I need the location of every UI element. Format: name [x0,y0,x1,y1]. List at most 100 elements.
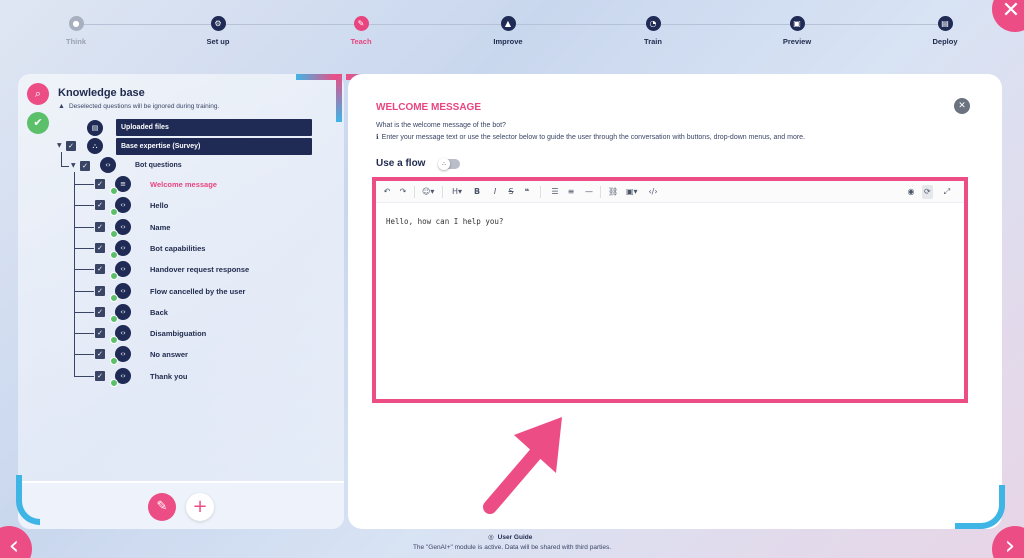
step-label: Teach [350,37,372,46]
chevron-down-icon[interactable]: ▼ [57,142,62,149]
tree-connector [74,311,94,313]
step-train[interactable]: ◔ Train [608,16,698,46]
image-dropdown-icon[interactable]: ▣▾ [626,185,638,199]
question-text: What is the welcome message of the bot? [376,122,506,129]
tree-item-label[interactable]: Handover request response [150,265,249,274]
thumbs-up-icon[interactable]: ✔ [27,112,49,134]
tree-item-label[interactable]: Thank you [150,372,188,381]
chart-icon: ▲ [500,16,516,31]
emoji-dropdown-icon[interactable]: ☺▾ [422,185,434,199]
horizontal-rule-icon[interactable]: — [584,185,594,199]
step-preview[interactable]: ▣ Preview [752,16,842,46]
numbered-list-icon[interactable]: ≡ [566,185,576,199]
item-checkbox[interactable]: ✓ [95,242,105,253]
quote-icon[interactable]: ❝ [522,185,532,199]
globe-icon: ◎ [488,533,494,541]
tree-connector [74,184,94,185]
undo-icon[interactable]: ↶ [382,185,392,199]
info-text: ℹ Enter your message text or use the sele… [376,133,806,141]
tree-item-label[interactable]: Bot capabilities [150,244,205,253]
base-expertise-item[interactable]: Base expertise (Survey) [116,138,312,155]
item-checkbox[interactable]: ✓ [95,221,105,232]
gear-icon: ⚙ [210,16,226,31]
tree-item-label[interactable]: Flow cancelled by the user [150,287,245,296]
user-guide-link[interactable]: ◎ User Guide [488,533,532,541]
step-label: Improve [493,37,523,46]
bold-icon[interactable]: B [472,185,482,199]
step-set-up[interactable]: ⚙ Set up [173,16,263,46]
tree-item-label[interactable]: Hello [150,201,168,210]
dashboard-icon: ◔ [645,16,661,31]
tree-item-label[interactable]: Back [150,308,168,317]
edit-button[interactable]: ✎ [148,493,176,521]
file-icon: ▤ [87,120,103,136]
toolbar-divider [600,186,601,198]
knowledge-base-title: Knowledge base [58,87,145,99]
step-teach[interactable]: ✎ Teach [316,16,406,46]
heading-dropdown-icon[interactable]: H▾ [452,185,462,199]
item-checkbox[interactable]: ✓ [95,285,105,296]
pencil-icon: ✎ [353,16,369,31]
base-expertise-checkbox[interactable]: ✓ [66,141,76,151]
item-checkbox[interactable]: ✓ [95,349,105,360]
add-button[interactable]: + [186,493,214,521]
editor-toolbar: ↶ ↷ ☺▾ H▾ B I S ❝ ☰ ≡ — ⛓ ▣▾ ‹/› ◉ ⟳ ⤢ [376,181,964,203]
editor-text[interactable]: Hello, how can I help you? [386,217,503,226]
close-icon[interactable]: ✕ [954,98,970,114]
panel-footer: ✎ + [16,475,344,529]
bot-questions-checkbox[interactable]: ✓ [80,161,90,171]
preview-eye-icon[interactable]: ◉ [906,185,916,199]
tree-item-label[interactable]: No answer [150,350,188,359]
italic-icon[interactable]: I [490,185,500,199]
panel-title: WELCOME MESSAGE [376,102,482,113]
item-checkbox[interactable]: ✓ [95,370,105,381]
deploy-icon: ▤ [937,16,953,31]
decorative-arc [16,475,40,525]
search-icon[interactable]: ⌕ [27,83,49,105]
tree-connector [74,375,94,377]
check-badge-icon [110,250,118,259]
check-badge-icon [110,378,118,387]
bullet-list-icon[interactable]: ☰ [550,185,560,199]
step-think[interactable]: ● Think [31,16,121,46]
tree-connector [61,152,62,166]
next-step-button[interactable]: › [992,526,1024,558]
message-editor: ↶ ↷ ☺▾ H▾ B I S ❝ ☰ ≡ — ⛓ ▣▾ ‹/› ◉ ⟳ ⤢ H… [372,177,968,403]
preview-icon: ▣ [789,16,805,31]
tree-item-label[interactable]: Welcome message [150,180,217,189]
tree-connector [74,354,94,356]
step-improve[interactable]: ▲ Improve [463,16,553,46]
warning-icon: ▲ [58,103,65,110]
code-icon[interactable]: ‹/› [648,185,658,199]
chevron-down-icon[interactable]: ▼ [71,162,76,169]
toolbar-divider [414,186,415,198]
decorative-accent [336,74,342,122]
redo-icon[interactable]: ↷ [398,185,408,199]
strikethrough-icon[interactable]: S [506,185,516,199]
tree-connector [74,226,94,228]
use-flow-toggle[interactable]: ⛬ [438,158,460,170]
tree-connector [74,172,75,376]
item-checkbox[interactable]: ✓ [95,328,105,339]
fullscreen-icon[interactable]: ⤢ [942,185,952,199]
link-icon[interactable]: ⛓ [608,185,618,199]
tree-connector [74,290,94,292]
genai-notice: The "GenAI+" module is active. Data will… [412,544,612,551]
tree-item-label[interactable]: Disambiguation [150,329,206,338]
tree-connector [74,333,94,335]
item-checkbox[interactable]: ✓ [95,264,105,275]
item-checkbox[interactable]: ✓ [95,179,105,189]
info-icon: ℹ [376,133,379,141]
previous-step-button[interactable]: ‹ [0,526,32,558]
item-checkbox[interactable]: ✓ [95,200,105,211]
item-checkbox[interactable]: ✓ [95,306,105,317]
check-badge-icon [110,229,118,238]
step-label: Preview [782,37,812,46]
uploaded-files-item[interactable]: Uploaded files [116,119,312,136]
step-deploy[interactable]: ▤ Deploy [900,16,990,46]
tree-item-label[interactable]: Name [150,223,170,232]
decorative-accent [296,74,336,80]
bot-questions-label[interactable]: Bot questions [135,162,182,169]
flow-icon: ⛬ [438,158,450,170]
sync-icon[interactable]: ⟳ [922,185,933,199]
